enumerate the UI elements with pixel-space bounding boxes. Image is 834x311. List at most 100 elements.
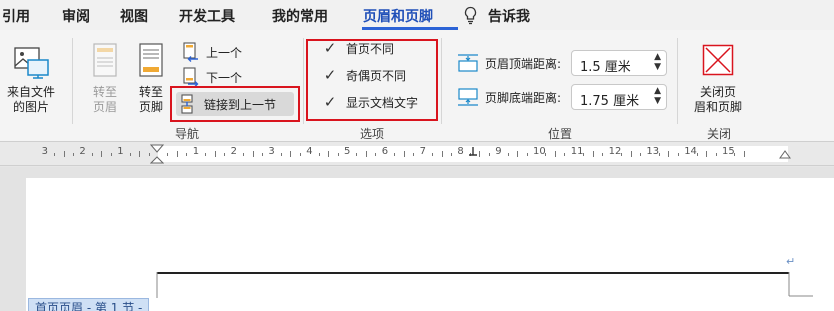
ruler-tick xyxy=(318,152,320,156)
ruler-number: 9 xyxy=(495,146,502,157)
ruler-tick xyxy=(403,151,405,157)
close-header-footer-line2: 眉和页脚 xyxy=(693,100,742,114)
ruler-tick xyxy=(129,152,131,156)
footer-from-bottom-row: 页脚底端距离: xyxy=(457,84,561,110)
goto-header-label[interactable]: 转至 页眉 xyxy=(87,85,123,115)
ruler-tick xyxy=(299,152,301,156)
close-header-footer-icon[interactable] xyxy=(702,44,734,76)
footer-from-bottom-stepper[interactable]: 1.75 厘米 ▲ ▼ xyxy=(571,84,667,110)
ruler-number: 2 xyxy=(79,146,86,157)
tab-header-footer[interactable]: 页眉和页脚 xyxy=(363,6,433,26)
ruler-number: 3 xyxy=(41,146,48,157)
goto-header-line1: 转至 xyxy=(92,85,117,99)
center-tab-stop-icon[interactable] xyxy=(468,146,478,156)
next-section-icon xyxy=(183,67,199,87)
header-from-top-row: 页眉顶端距离: xyxy=(457,50,561,76)
highlight-box-link-to-previous xyxy=(170,86,300,122)
picture-from-file-icon[interactable] xyxy=(12,44,52,80)
first-page-header-tag: 首页页眉 - 第 1 节 - xyxy=(28,298,150,311)
ruler-number: 5 xyxy=(344,146,351,157)
ruler-tick xyxy=(356,152,358,156)
right-indent-marker-icon[interactable] xyxy=(779,150,791,162)
ruler-tick xyxy=(715,152,717,156)
paragraph-mark: ↵ xyxy=(786,255,796,268)
ruler-tick xyxy=(280,152,282,156)
indent-marker-icon[interactable] xyxy=(150,144,164,166)
header-from-top-value: 1.5 厘米 xyxy=(580,60,631,75)
ruler-number: 6 xyxy=(381,146,389,157)
footer-from-bottom-label: 页脚底端距离: xyxy=(485,90,562,105)
ruler-tick xyxy=(167,152,169,156)
ruler-tick xyxy=(205,152,207,156)
close-header-footer-line1: 关闭页 xyxy=(699,85,736,99)
header-from-top-stepper[interactable]: 1.5 厘米 ▲ ▼ xyxy=(571,50,667,76)
highlight-box-options xyxy=(306,39,438,121)
tab-review[interactable]: 审阅 xyxy=(62,6,90,26)
group-separator xyxy=(72,38,73,124)
ruler-number: 3 xyxy=(268,146,275,157)
goto-header-icon[interactable] xyxy=(92,42,118,78)
ruler-tick xyxy=(413,152,415,156)
ruler-tick xyxy=(668,151,670,157)
ruler-tick xyxy=(564,152,566,156)
ruler-tick xyxy=(621,152,623,156)
group-separator xyxy=(677,38,678,124)
ruler-tick xyxy=(517,151,519,157)
ruler-number: 1 xyxy=(117,146,124,157)
ruler-number: 14 xyxy=(684,146,697,157)
tab-tell-me[interactable]: 告诉我 xyxy=(488,6,530,26)
ruler-tick xyxy=(639,152,641,156)
goto-header-line2: 页眉 xyxy=(92,100,117,114)
ruler-tick xyxy=(328,151,330,157)
ruler-tick xyxy=(696,152,698,156)
ruler-tick xyxy=(261,152,263,156)
next-section-button[interactable]: 下一个 xyxy=(182,66,242,88)
tab-developer[interactable]: 开发工具 xyxy=(179,6,235,26)
ruler-tick xyxy=(110,152,112,156)
ruler-number: 11 xyxy=(570,146,584,157)
ruler-number: 10 xyxy=(533,146,546,157)
ruler-tick xyxy=(479,151,481,157)
ruler-tick xyxy=(545,152,547,156)
goto-footer-label[interactable]: 转至 页脚 xyxy=(133,85,169,115)
ruler-tick xyxy=(583,152,585,156)
document-page[interactable] xyxy=(26,178,834,311)
ribbon-tab-bar: 引用 审阅 视图 开发工具 我的常用 页眉和页脚 告诉我 xyxy=(0,0,834,30)
ruler-tick xyxy=(243,152,245,156)
ribbon-panel: 来自文件 的图片 转至 页眉 转至 页脚 上一个 下一个 链接到上一节 导航 ✓… xyxy=(0,30,834,142)
ruler-tick xyxy=(677,152,679,156)
header-boundary-line xyxy=(157,272,789,274)
ruler-number: 2 xyxy=(230,146,237,157)
ruler-tick xyxy=(176,151,178,157)
ruler-number: 7 xyxy=(419,146,426,157)
previous-section-button[interactable]: 上一个 xyxy=(182,41,242,63)
close-header-footer-label[interactable]: 关闭页 眉和页脚 xyxy=(688,85,748,115)
ruler-tick xyxy=(290,151,292,157)
options-group-label: 选项 xyxy=(360,127,385,141)
horizontal-ruler[interactable]: 3 2 1 1 2 3 4 5 6 7 8 9 10 11 12 13 14 15 xyxy=(0,142,834,166)
footer-from-bottom-value: 1.75 厘米 xyxy=(580,94,640,109)
goto-footer-line2: 页脚 xyxy=(138,100,163,114)
picture-from-file-label[interactable]: 来自文件 的图片 xyxy=(3,85,59,115)
stepper-arrows-icon[interactable]: ▲ ▼ xyxy=(654,86,661,106)
tab-references[interactable]: 引用 xyxy=(2,6,30,26)
header-right-corner-mark xyxy=(788,272,813,297)
tab-my-common[interactable]: 我的常用 xyxy=(272,6,328,26)
ruler-tick xyxy=(224,152,226,156)
ruler-tick xyxy=(214,151,216,157)
ruler-tick xyxy=(186,152,188,156)
header-from-top-label: 页眉顶端距离: xyxy=(485,56,562,71)
ruler-tick xyxy=(488,152,490,156)
stepper-arrows-icon[interactable]: ▲ ▼ xyxy=(654,52,661,72)
ruler-tick xyxy=(54,152,56,156)
ruler-tick xyxy=(337,152,339,156)
goto-footer-icon[interactable] xyxy=(138,42,164,78)
tab-view[interactable]: 视图 xyxy=(120,6,148,26)
ruler-number: 13 xyxy=(646,146,660,157)
lightbulb-icon xyxy=(464,6,477,25)
close-group-label: 关闭 xyxy=(707,127,732,141)
ruler-tick xyxy=(394,152,396,156)
picture-from-file-line2: 的图片 xyxy=(12,100,49,114)
ruler-tick xyxy=(441,151,443,157)
ruler-tick xyxy=(592,151,594,157)
